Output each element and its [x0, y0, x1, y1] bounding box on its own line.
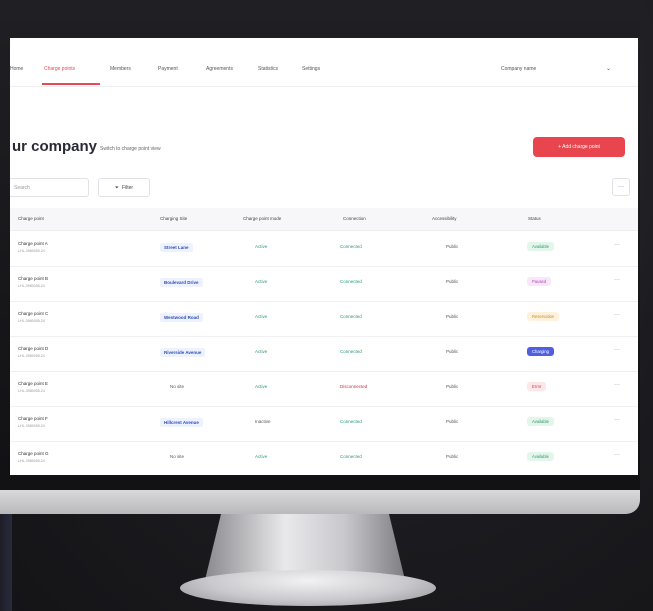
accessibility: Public [446, 314, 459, 319]
table-row[interactable]: Charge point G LHL-3980055.24 No site Activ… [10, 441, 638, 475]
charge-point-name[interactable]: Charge point E [18, 381, 48, 386]
page-title: ur company [12, 138, 98, 155]
charging-site-link[interactable]: Boulevard Drive [160, 278, 203, 287]
monitor-chin [0, 490, 640, 514]
table-row[interactable]: Charge point F LHL-3980055.24 Hillcrest Av… [10, 406, 638, 442]
accessibility: Public [446, 419, 459, 424]
active-tab-indicator [42, 83, 100, 85]
tab-charge-points[interactable]: Charge points [44, 66, 75, 72]
row-more-icon[interactable]: ··· [614, 242, 620, 248]
row-more-icon[interactable]: ··· [614, 382, 620, 388]
top-nav: Home Charge points Members Payment Agree… [10, 38, 638, 87]
accessibility: Public [446, 454, 459, 459]
connection-status: Connected [340, 244, 362, 249]
connection-status: Connected [340, 349, 362, 354]
charge-point-id: LHL-3980055.24 [18, 249, 45, 253]
search-input[interactable]: Search [10, 178, 89, 197]
connection-status: Connected [340, 279, 362, 284]
table-row[interactable]: Charge point E LHL-3980055.24 No site Activ… [10, 371, 638, 407]
accessibility: Public [446, 244, 459, 249]
row-more-icon[interactable]: ··· [614, 312, 620, 318]
tab-agreements[interactable]: Agreements [206, 66, 233, 72]
status-badge: Error [527, 382, 547, 391]
charge-point-id: LHL-3980055.24 [18, 354, 45, 358]
tab-statistics[interactable]: Statistics [258, 66, 278, 72]
charge-point-name[interactable]: Charge point F [18, 416, 48, 421]
more-icon: ··· [618, 184, 624, 190]
charge-point-name[interactable]: Charge point C [18, 311, 48, 316]
status-badge: Available [527, 417, 554, 426]
charge-point-name[interactable]: Charge point A [18, 241, 48, 246]
status-badge: Reservation [527, 312, 560, 321]
charging-site-link[interactable]: Westwood Road [160, 313, 203, 322]
row-more-icon[interactable]: ··· [614, 277, 620, 283]
charge-point-mode: Active [255, 454, 268, 459]
tab-settings[interactable]: Settings [302, 66, 320, 72]
charge-point-id: LHL-3980055.24 [18, 389, 45, 393]
accessibility: Public [446, 279, 459, 284]
charge-point-mode: Active [255, 349, 268, 354]
charge-point-mode: Active [255, 314, 268, 319]
table-row[interactable]: Charge point D LHL-3980055.24 Riverside Av… [10, 336, 638, 372]
filter-icon: ⏷ [114, 184, 119, 191]
table-row[interactable]: Charge point A LHL-3980055.24 Street Lane A… [10, 231, 638, 267]
charge-point-mode: Active [255, 279, 268, 284]
charge-point-name[interactable]: Charge point G [18, 451, 49, 456]
accessibility: Public [446, 384, 459, 389]
status-badge: Available [527, 452, 554, 461]
charge-point-mode: Active [255, 244, 268, 249]
accessibility: Public [446, 349, 459, 354]
charging-site-link[interactable]: Riverside Avenue [160, 348, 206, 357]
app-screen: Home Charge points Members Payment Agree… [10, 38, 638, 475]
filter-button[interactable]: ⏷ Filter [98, 178, 150, 197]
status-badge: Charging [527, 347, 554, 356]
table-row[interactable]: Charge point C LHL-3980055.24 Westwood Roa… [10, 301, 638, 337]
tab-members[interactable]: Members [110, 66, 131, 72]
status-badge: Available [527, 242, 554, 251]
table-header: Charge point Charging Site Charge point … [10, 208, 638, 231]
more-options-button[interactable]: ··· [612, 178, 630, 196]
charging-site-link[interactable]: Street Lane [160, 243, 193, 252]
connection-status: Connected [340, 419, 362, 424]
column-header[interactable]: Accessibility [432, 216, 457, 221]
connection-status: Connected [340, 314, 362, 319]
add-charge-point-button[interactable]: + Add charge point [533, 137, 625, 157]
column-header[interactable]: Charging Site [160, 216, 187, 221]
charging-site-link[interactable]: Hillcrest Avenue [160, 418, 203, 427]
column-header[interactable]: Charge point mode [243, 216, 281, 221]
connection-status: Connected [340, 454, 362, 459]
scene: Home Charge points Members Payment Agree… [0, 0, 653, 611]
status-badge: Paused [527, 277, 552, 286]
row-more-icon[interactable]: ··· [614, 452, 620, 458]
search-placeholder: Search [14, 185, 30, 191]
charging-site-text: No site [170, 384, 185, 389]
monitor-base [180, 570, 436, 606]
column-header[interactable]: Status [528, 216, 541, 221]
column-header[interactable]: Charge point [18, 216, 44, 221]
charge-point-name[interactable]: Charge point D [18, 346, 48, 351]
column-header[interactable]: Connection [343, 216, 366, 221]
tab-payment[interactable]: Payment [158, 66, 178, 72]
charge-point-id: LHL-3980055.24 [18, 284, 45, 288]
charging-site-text: No site [170, 454, 185, 459]
tab-home[interactable]: Home [10, 66, 23, 72]
charge-point-id: LHL-3980055.24 [18, 459, 45, 463]
row-more-icon[interactable]: ··· [614, 347, 620, 353]
page-subtitle-link[interactable]: Switch to charge point view [100, 146, 161, 152]
table-row[interactable]: Charge point B LHL-3980055.24 Boulevard Dr… [10, 266, 638, 302]
company-select-value: Company name [501, 66, 537, 72]
charge-point-id: LHL-3980055.24 [18, 319, 45, 323]
charge-point-name[interactable]: Charge point B [18, 276, 48, 281]
charge-point-mode: Active [255, 384, 268, 389]
filter-label: Filter [121, 184, 134, 191]
row-more-icon[interactable]: ··· [614, 417, 620, 423]
connection-status: Disconnected [340, 384, 368, 389]
charge-point-id: LHL-3980055.24 [18, 424, 45, 428]
company-select[interactable]: Company name ⌄ [497, 62, 617, 76]
add-charge-point-label: + Add charge point [558, 144, 600, 150]
chevron-down-icon: ⌄ [605, 66, 611, 72]
charge-point-mode: Inactive [255, 419, 271, 424]
